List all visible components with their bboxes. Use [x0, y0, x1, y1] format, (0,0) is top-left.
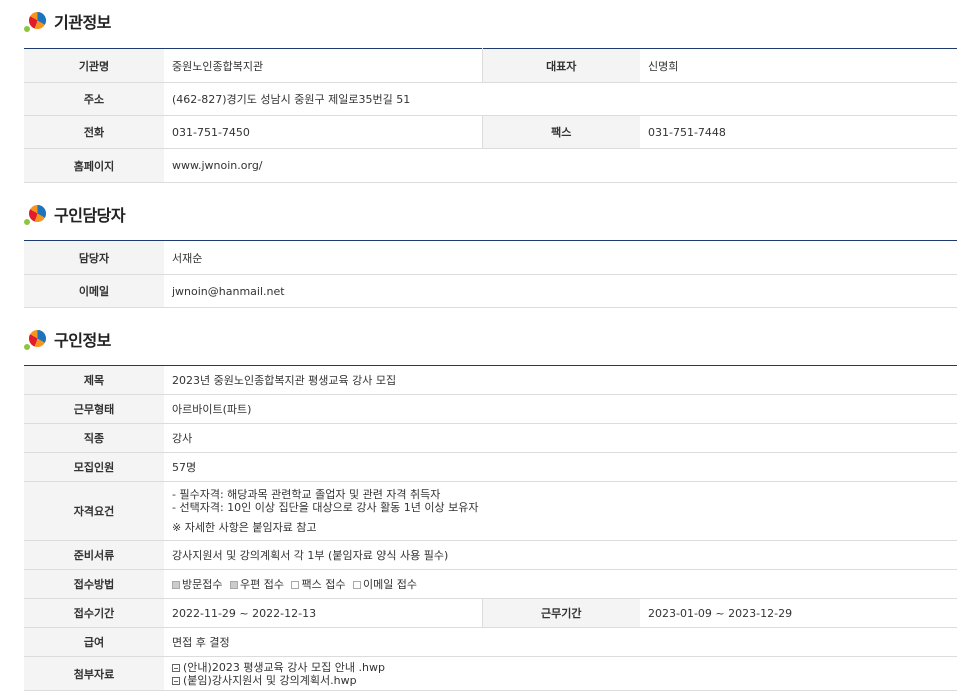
- work-period-value: 2023-01-09 ~ 2023-12-29: [640, 598, 957, 628]
- category-label: 직종: [24, 423, 164, 453]
- email-label: 이메일: [24, 274, 164, 308]
- table-row: 자격요건 - 필수자격: 해당과목 관련학교 졸업자 및 관련 자격 취득자 -…: [24, 481, 957, 541]
- section-logo-icon: [24, 201, 50, 227]
- ceo-value: 신명희: [640, 48, 957, 83]
- type-value: 아르바이트(파트): [164, 394, 957, 424]
- method-value: 방문접수 우편 접수 팩스 접수 이메일 접수: [164, 569, 957, 599]
- docs-value: 강사지원서 및 강의계획서 각 1부 (붙임자료 양식 사용 필수): [164, 540, 957, 570]
- phone-label: 전화: [24, 115, 164, 149]
- table-row: 첨부자료 (안내)2023 평생교육 강사 모집 안내 .hwp (붙임)강사지…: [24, 656, 957, 691]
- subject-label: 제목: [24, 365, 164, 395]
- section-logo-icon: [24, 326, 50, 352]
- fax-value: 031-751-7448: [640, 115, 957, 149]
- attach-label: 첨부자료: [24, 656, 164, 691]
- table-row: 근무형태 아르바이트(파트): [24, 394, 957, 424]
- attach-value: (안내)2023 평생교육 강사 모집 안내 .hwp (붙임)강사지원서 및 …: [164, 656, 957, 691]
- homepage-link[interactable]: www.jwnoin.org/: [164, 148, 957, 183]
- method-fax-label: 팩스 접수: [301, 578, 346, 591]
- org-info-title: 기관정보: [54, 13, 111, 32]
- qual-line-optional: - 선택자격: 10인 이상 집단을 대상으로 강사 활동 1년 이상 보유자: [172, 501, 479, 514]
- homepage-label: 홈페이지: [24, 148, 164, 183]
- contact-table: 담당자 서재순 이메일 jwnoin@hanmail.net: [24, 240, 957, 308]
- docs-label: 준비서류: [24, 540, 164, 570]
- org-name-value: 중원노인종합복지관: [164, 48, 482, 83]
- checkbox-mail[interactable]: [229, 581, 238, 589]
- table-row: 급여 면접 후 결정: [24, 627, 957, 657]
- table-row: 홈페이지 www.jwnoin.org/: [24, 148, 957, 183]
- ceo-label: 대표자: [481, 48, 640, 83]
- method-email-label: 이메일 접수: [362, 578, 418, 591]
- org-info-table: 기관명 중원노인종합복지관 대표자 신명희 주소 (462-827)경기도 성남…: [24, 48, 957, 183]
- job-info-table: 제목 2023년 중원노인종합복지관 평생교육 강사 모집 근무형태 아르바이트…: [24, 365, 957, 691]
- qual-note: ※ 자세한 사항은 붙임자료 참고: [172, 521, 317, 534]
- count-value: 57명: [164, 452, 957, 482]
- method-visit-label: 방문접수: [182, 578, 223, 591]
- fax-label: 팩스: [481, 115, 640, 149]
- person-value: 서재순: [164, 240, 957, 275]
- attachment-2-name: (붙임)강사지원서 및 강의계획서.hwp: [183, 673, 357, 687]
- attachment-link-1[interactable]: (안내)2023 평생교육 강사 모집 안내 .hwp: [172, 661, 957, 674]
- address-value: (462-827)경기도 성남시 중원구 제일로35번길 51: [164, 82, 957, 116]
- job-info-title: 구인정보: [54, 331, 111, 350]
- attachment-1-name: (안내)2023 평생교육 강사 모집 안내 .hwp: [183, 660, 385, 674]
- table-row: 이메일 jwnoin@hanmail.net: [24, 274, 957, 308]
- subject-value: 2023년 중원노인종합복지관 평생교육 강사 모집: [164, 365, 957, 395]
- category-value: 강사: [164, 423, 957, 453]
- job-info-header: 구인정보: [24, 326, 111, 352]
- email-value: jwnoin@hanmail.net: [164, 274, 957, 308]
- table-row: 접수방법 방문접수 우편 접수 팩스 접수 이메일 접수: [24, 569, 957, 599]
- method-label: 접수방법: [24, 569, 164, 599]
- work-period-label: 근무기간: [481, 598, 640, 628]
- qual-value: - 필수자격: 해당과목 관련학교 졸업자 및 관련 자격 취득자 - 선택자격…: [164, 481, 957, 541]
- type-label: 근무형태: [24, 394, 164, 424]
- attachment-link-2[interactable]: (붙임)강사지원서 및 강의계획서.hwp: [172, 674, 957, 687]
- file-icon: [172, 663, 180, 672]
- table-row: 제목 2023년 중원노인종합복지관 평생교육 강사 모집: [24, 365, 957, 395]
- count-label: 모집인원: [24, 452, 164, 482]
- contact-title: 구인담당자: [54, 206, 126, 225]
- pay-label: 급여: [24, 627, 164, 657]
- table-row: 주소 (462-827)경기도 성남시 중원구 제일로35번길 51: [24, 82, 957, 116]
- table-row: 접수기간 2022-11-29 ~ 2022-12-13 근무기간 2023-0…: [24, 598, 957, 628]
- table-row: 모집인원 57명: [24, 452, 957, 482]
- pay-value: 면접 후 결정: [164, 627, 957, 657]
- period-value: 2022-11-29 ~ 2022-12-13: [164, 598, 482, 628]
- table-row: 직종 강사: [24, 423, 957, 453]
- section-logo-icon: [24, 8, 50, 34]
- method-mail-label: 우편 접수: [239, 578, 284, 591]
- org-name-label: 기관명: [24, 48, 164, 83]
- checkbox-fax[interactable]: [291, 581, 300, 589]
- checkbox-email[interactable]: [352, 581, 361, 589]
- checkbox-visit[interactable]: [172, 581, 180, 589]
- address-label: 주소: [24, 82, 164, 116]
- qual-label: 자격요건: [24, 481, 164, 541]
- table-row: 전화 031-751-7450 팩스 031-751-7448: [24, 115, 957, 149]
- qual-line-required: - 필수자격: 해당과목 관련학교 졸업자 및 관련 자격 취득자: [172, 488, 441, 501]
- table-row: 기관명 중원노인종합복지관 대표자 신명희: [24, 48, 957, 83]
- table-row: 담당자 서재순: [24, 240, 957, 275]
- person-label: 담당자: [24, 240, 164, 275]
- contact-header: 구인담당자: [24, 201, 126, 227]
- period-label: 접수기간: [24, 598, 164, 628]
- phone-value: 031-751-7450: [164, 115, 482, 149]
- table-row: 준비서류 강사지원서 및 강의계획서 각 1부 (붙임자료 양식 사용 필수): [24, 540, 957, 570]
- file-icon: [172, 676, 180, 685]
- org-info-header: 기관정보: [24, 8, 111, 34]
